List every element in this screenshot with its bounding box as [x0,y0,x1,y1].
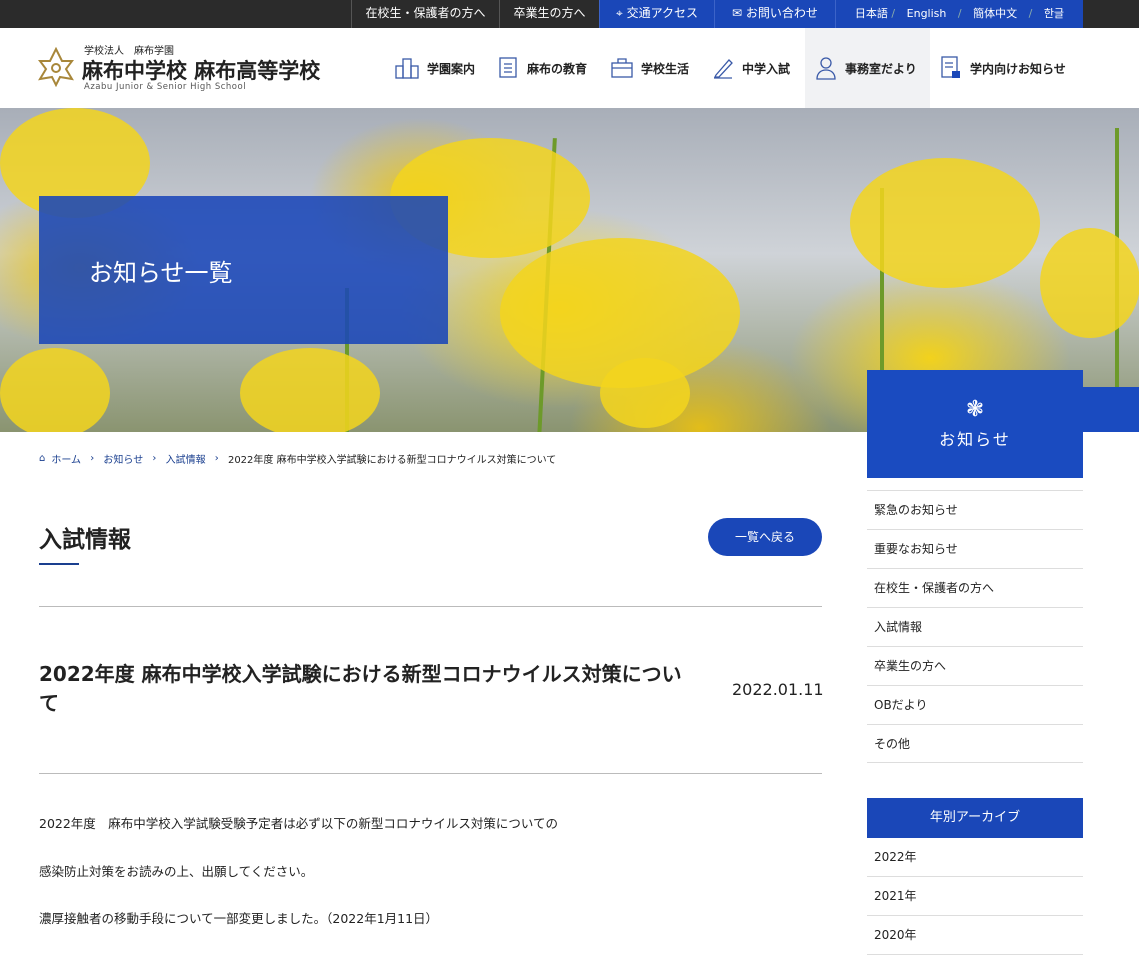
article-paragraph: 感染防止対策をお読みの上、出願してください。 [39,864,314,879]
archive-2021[interactable]: 2021年 [867,877,1083,916]
archive-heading: 年別アーカイブ [867,798,1083,838]
archive-2020[interactable]: 2020年 [867,916,1083,955]
staff-person-icon [816,57,836,80]
article-date: 2022.01.11 [732,680,824,699]
building-icon [395,58,419,79]
category-list: 緊急のお知らせ 重要なお知らせ 在校生・保護者の方へ 入試情報 卒業生の方へ O… [867,490,1083,763]
article-title: 2022年度 麻布中学校入学試験における新型コロナウイルス対策について [39,662,682,715]
archive-2022[interactable]: 2022年 [867,838,1083,877]
locked-document-icon [941,56,960,78]
language-switcher: 日本語 / English / 簡体中文 / 한글 [835,0,1083,28]
category-other[interactable]: その他 [867,724,1083,763]
archive-list: 2022年 2021年 2020年 [867,838,1083,955]
top-bar: 在校生・保護者の方へ 卒業生の方へ ⌖ 交通アクセス ✉ お問い合わせ 日本語 … [0,0,1139,28]
hero-title-box: お知らせ一覧 [39,196,448,344]
alumni-link[interactable]: 卒業生の方へ [499,0,599,28]
pin-icon: ⌖ [616,6,627,20]
students-link[interactable]: 在校生・保護者の方へ [351,0,499,28]
breadcrumb-news[interactable]: お知らせ [103,451,143,466]
category-students[interactable]: 在校生・保護者の方へ [867,568,1083,607]
section-title: 入試情報 [39,527,131,553]
home-icon: ⌂ [39,453,46,464]
category-important[interactable]: 重要なお知らせ [867,529,1083,568]
logo-title[interactable]: 麻布中学校 麻布高等学校 [82,55,320,85]
article-paragraph: 濃厚接触者の移動手段について一部変更しました。（2022年1月11日） [39,911,439,926]
lang-ko[interactable]: 한글 [1044,7,1064,20]
sidebar-heading: ❃ お知らせ [867,370,1083,478]
divider [39,606,822,607]
breadcrumb-home[interactable]: ホーム [51,451,81,466]
category-alumni[interactable]: 卒業生の方へ [867,646,1083,685]
category-emergency[interactable]: 緊急のお知らせ [867,490,1083,529]
lang-ja[interactable]: 日本語 [855,7,888,20]
category-exam[interactable]: 入試情報 [867,607,1083,646]
header: 学校法人 麻布学園 麻布中学校 麻布高等学校 Azabu Junior & Se… [0,28,1139,108]
side-strip [1083,387,1139,432]
document-icon [499,57,517,78]
nav-school-life[interactable]: 学校生活 [601,28,699,108]
breadcrumb-exam[interactable]: 入試情報 [166,451,206,466]
emblem-icon: ❃ [965,397,985,422]
nav-admissions[interactable]: 中学入試 [702,28,800,108]
contact-link[interactable]: ✉ お問い合わせ [714,0,835,28]
divider [39,773,822,774]
nav-internal-notices[interactable]: 学内向けお知らせ [930,28,1076,108]
school-emblem-icon[interactable] [38,47,74,87]
nav-about[interactable]: 学園案内 [385,28,485,108]
article-paragraph: 2022年度 麻布中学校入学試験受験予定者は必ず以下の新型コロナウイルス対策につ… [39,816,558,831]
logo-english: Azabu Junior & Senior High School [84,82,247,92]
pencil-icon [713,59,733,79]
back-to-list-button[interactable]: 一覧へ戻る [708,518,822,556]
nav-education[interactable]: 麻布の教育 [487,28,597,108]
briefcase-icon [611,58,633,78]
breadcrumb-current: 2022年度 麻布中学校入学試験における新型コロナウイルス対策について [227,455,557,466]
breadcrumb: ⌂ ホーム › お知らせ › 入試情報 › 2022年度 麻布中学校入学試験にお… [39,451,557,466]
lang-en[interactable]: English [907,7,947,20]
nav-office-news[interactable]: 事務室だより [805,28,930,108]
mail-icon: ✉ [732,6,746,20]
category-ob[interactable]: OBだより [867,685,1083,724]
title-underline [39,563,79,565]
lang-zh[interactable]: 簡体中文 [973,7,1017,20]
access-link[interactable]: ⌖ 交通アクセス [599,0,714,28]
hero-title: お知らせ一覧 [89,259,233,287]
